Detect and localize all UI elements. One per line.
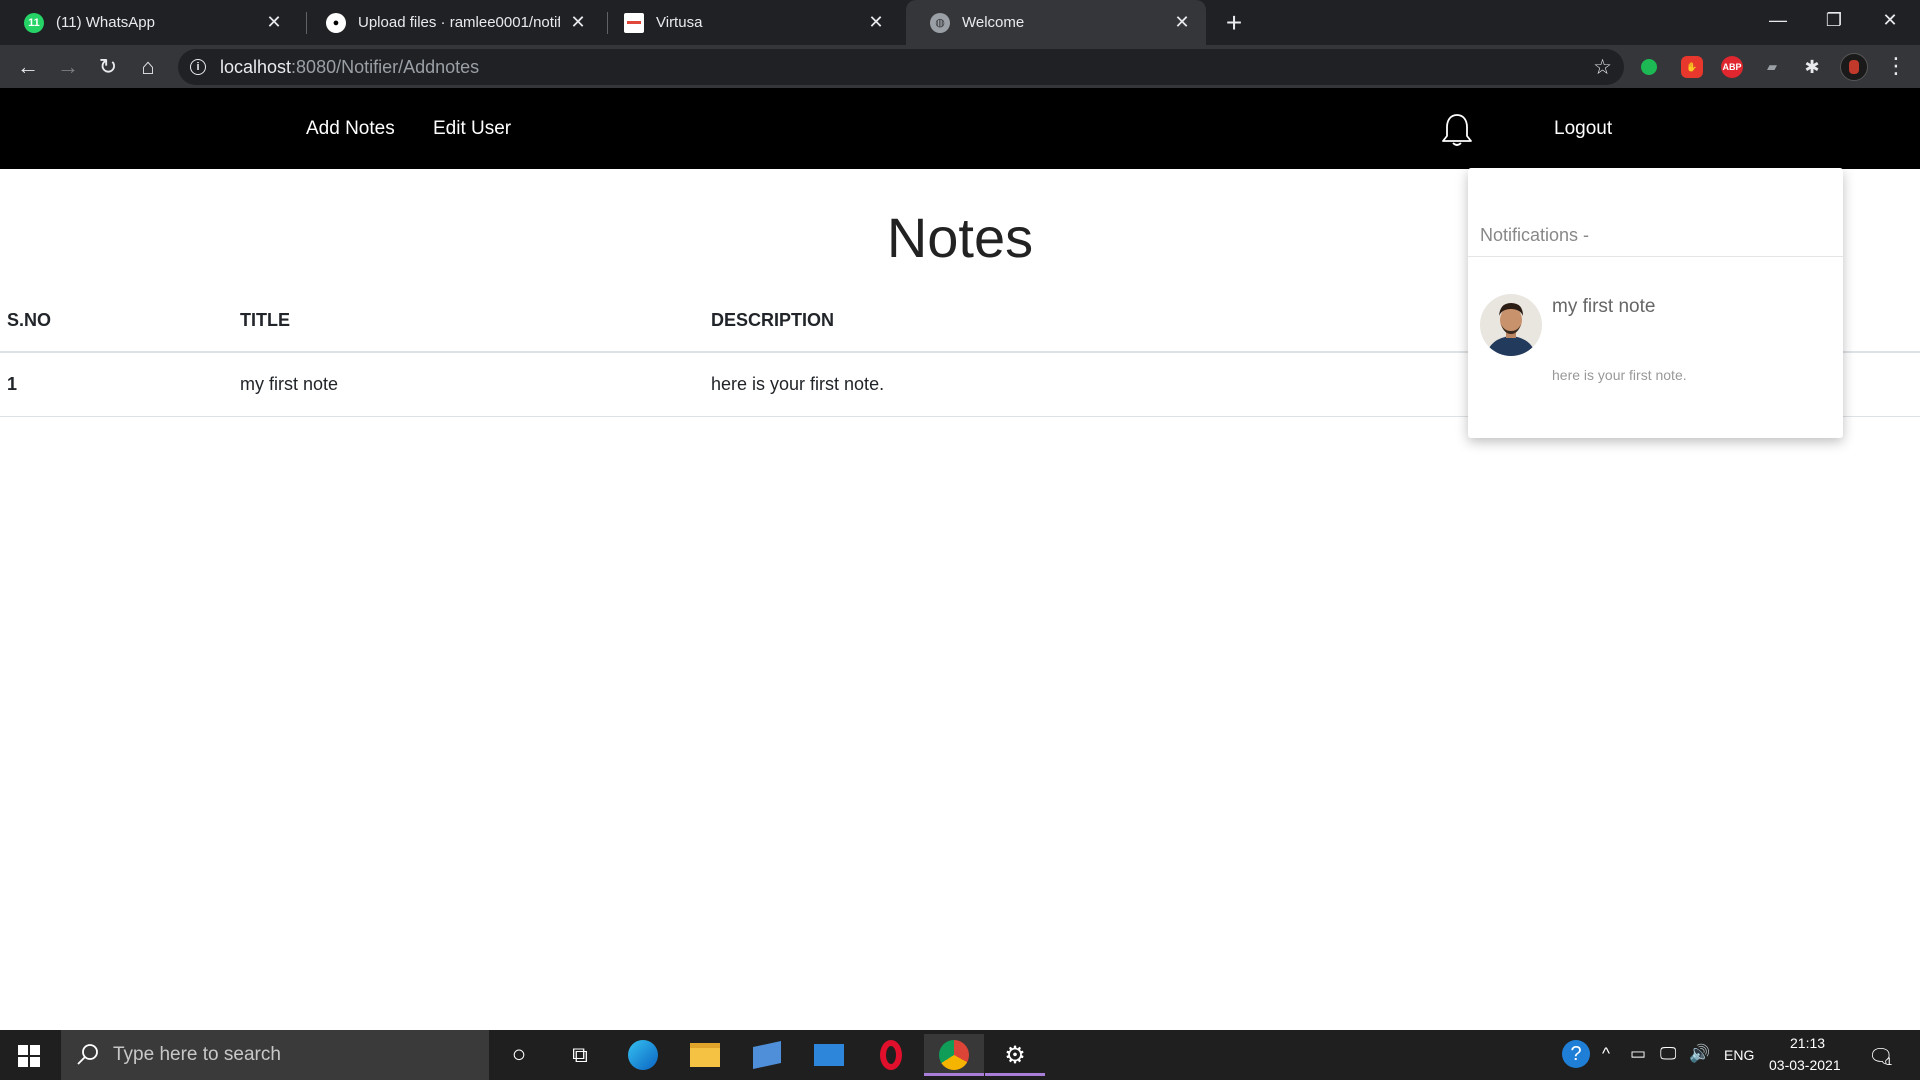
search-placeholder: Type here to search xyxy=(113,1044,281,1065)
address-bar[interactable]: i localhost:8080/Notifier/Addnotes ☆ xyxy=(178,49,1624,85)
profile-avatar[interactable] xyxy=(1840,53,1868,81)
globe-icon: ◍ xyxy=(930,12,950,33)
app-icon[interactable] xyxy=(748,1038,786,1072)
opera-icon[interactable] xyxy=(872,1038,910,1072)
cell-title: my first note xyxy=(233,352,704,417)
volume-icon[interactable]: 🔊 xyxy=(1689,1044,1710,1064)
active-indicator xyxy=(985,1073,1045,1076)
whatsapp-icon: 11 xyxy=(24,12,44,33)
windows-taskbar: Type here to search ○ ⧉ ⚙ ? ^ ▭ 🖵 🔊 ENG … xyxy=(0,1030,1920,1080)
close-icon[interactable]: ✕ xyxy=(264,12,284,33)
url-host: localhost xyxy=(220,56,292,77)
hand-extension-icon[interactable]: ✋ xyxy=(1681,56,1703,78)
search-icon xyxy=(77,1044,98,1065)
notification-description: here is your first note. xyxy=(1552,367,1687,383)
url-path: :8080/Notifier/Addnotes xyxy=(291,56,480,77)
nav-logout[interactable]: Logout xyxy=(1554,118,1612,140)
site-navbar: Add Notes Edit User Logout xyxy=(0,88,1920,169)
cast-extension-icon[interactable]: ▰ xyxy=(1761,56,1783,78)
notifications-header: Notifications - xyxy=(1480,225,1590,245)
close-window-button[interactable]: ✕ xyxy=(1862,0,1918,40)
tab-welcome[interactable]: ◍ Welcome ✕ xyxy=(906,0,1206,45)
reload-button[interactable]: ↻ xyxy=(92,51,124,83)
bookmark-star-icon[interactable]: ☆ xyxy=(1593,55,1612,80)
close-icon[interactable]: ✕ xyxy=(866,12,886,33)
windows-start-icon[interactable] xyxy=(18,1045,40,1067)
notifications-dropdown: Notifications - my first note here is yo… xyxy=(1468,168,1843,438)
cortana-icon[interactable]: ○ xyxy=(500,1038,538,1072)
taskbar-search-input[interactable]: Type here to search xyxy=(61,1030,489,1080)
edge-icon[interactable] xyxy=(624,1038,662,1072)
notification-title[interactable]: my first note xyxy=(1552,296,1655,318)
restore-button[interactable]: ❐ xyxy=(1806,0,1862,40)
green-status-icon[interactable] xyxy=(1641,59,1657,75)
settings-gear-icon[interactable]: ⚙ xyxy=(985,1034,1045,1076)
tab-whatsapp[interactable]: 11 (11) WhatsApp ✕ xyxy=(0,0,298,45)
avatar xyxy=(1480,294,1542,356)
home-button[interactable]: ⌂ xyxy=(132,51,164,83)
nav-add-notes[interactable]: Add Notes xyxy=(306,118,395,140)
cell-sno: 1 xyxy=(0,352,233,417)
nav-edit-user[interactable]: Edit User xyxy=(433,118,511,140)
help-icon[interactable]: ? xyxy=(1562,1040,1590,1068)
language-indicator[interactable]: ENG xyxy=(1724,1047,1754,1063)
tab-github[interactable]: ● Upload files · ramlee0001/notifier ✕ xyxy=(302,0,602,45)
battery-icon[interactable]: ▭ xyxy=(1630,1044,1646,1064)
tab-title: Welcome xyxy=(962,14,1025,31)
divider xyxy=(1468,256,1843,257)
minimize-button[interactable]: — xyxy=(1750,0,1806,40)
notification-count-badge: 1 xyxy=(1886,1056,1893,1068)
clock-time[interactable]: 21:13 xyxy=(1790,1035,1825,1051)
tab-title: Virtusa xyxy=(656,14,703,31)
browser-toolbar: ← → ↻ ⌂ i localhost:8080/Notifier/Addnot… xyxy=(0,45,1920,88)
tab-title: (11) WhatsApp xyxy=(56,14,155,31)
more-menu-icon[interactable]: ⋮ xyxy=(1885,53,1907,79)
adblock-plus-icon[interactable]: ABP xyxy=(1721,56,1743,78)
close-icon[interactable]: ✕ xyxy=(568,12,588,33)
github-icon: ● xyxy=(326,12,346,33)
tab-virtusa[interactable]: Virtusa ✕ xyxy=(600,0,900,45)
back-button[interactable]: ← xyxy=(12,51,44,83)
file-explorer-icon[interactable] xyxy=(686,1038,724,1072)
browser-tab-strip: 11 (11) WhatsApp ✕ ● Upload files · raml… xyxy=(0,0,1920,45)
network-icon[interactable]: 🖵 xyxy=(1660,1044,1676,1064)
new-tab-button[interactable]: + xyxy=(1218,7,1250,39)
info-icon[interactable]: i xyxy=(190,59,206,75)
mail-icon[interactable] xyxy=(810,1038,848,1072)
tab-title: Upload files · ramlee0001/notifier xyxy=(358,14,560,31)
active-indicator xyxy=(924,1073,984,1076)
url-text[interactable]: localhost:8080/Notifier/Addnotes xyxy=(220,57,479,78)
forward-button[interactable]: → xyxy=(52,51,84,83)
task-view-icon[interactable]: ⧉ xyxy=(561,1038,599,1072)
chrome-icon[interactable] xyxy=(924,1034,984,1076)
chevron-up-icon[interactable]: ^ xyxy=(1602,1044,1610,1064)
virtusa-icon xyxy=(624,12,644,33)
puzzle-icon[interactable]: ✱ xyxy=(1801,56,1823,78)
column-header-sno: S.NO xyxy=(0,290,233,353)
close-icon[interactable]: ✕ xyxy=(1172,12,1192,33)
column-header-title: TITLE xyxy=(233,290,704,353)
bell-icon[interactable] xyxy=(1440,112,1474,148)
clock-date[interactable]: 03-03-2021 xyxy=(1769,1057,1841,1073)
